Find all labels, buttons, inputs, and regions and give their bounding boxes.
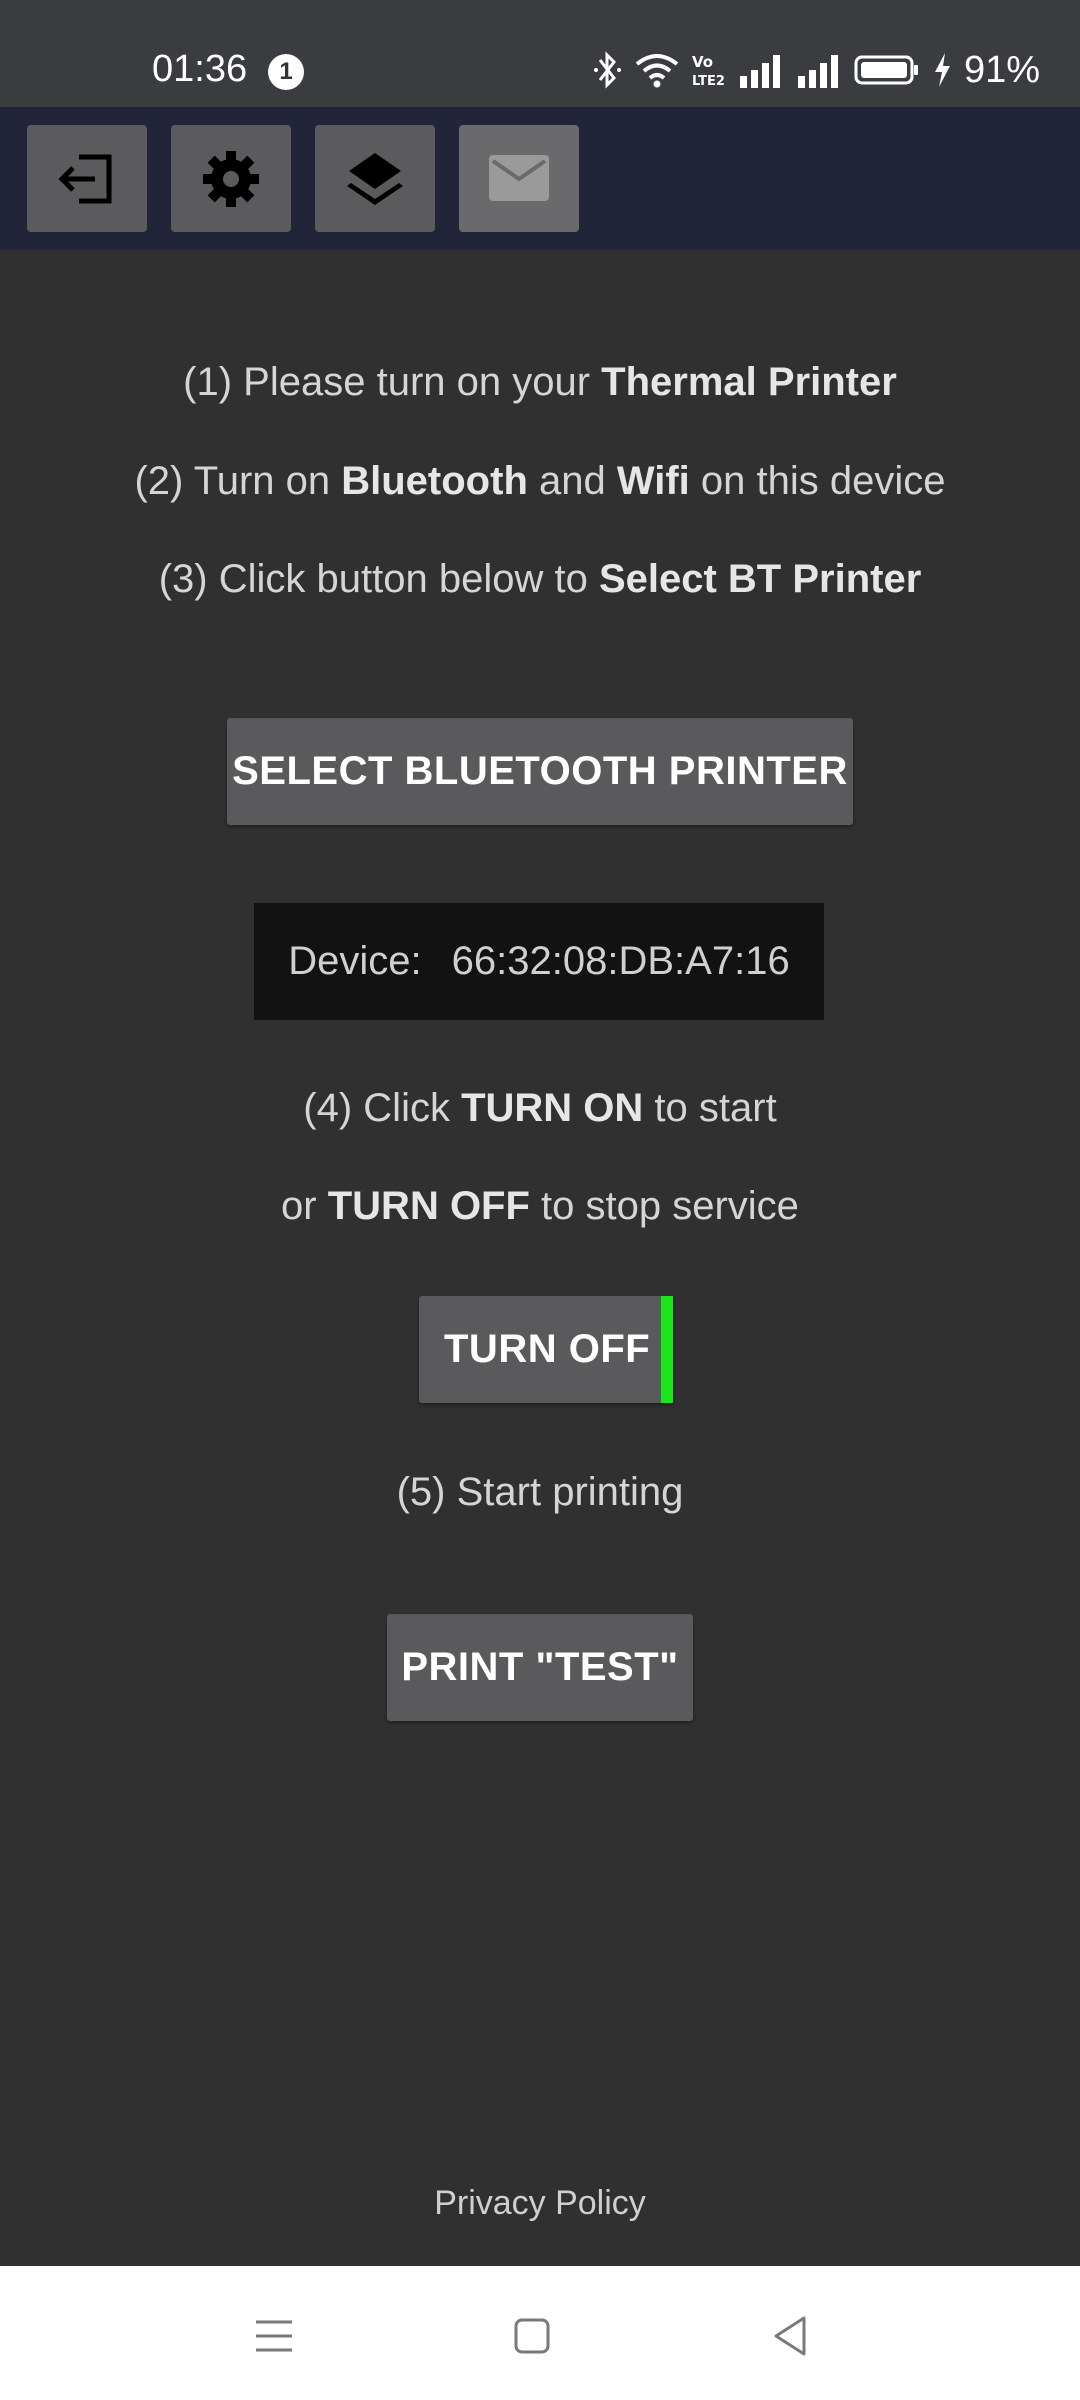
service-toggle-label: TURN OFF [444,1327,651,1371]
menu-icon[interactable] [244,2306,304,2366]
device-info: Device: 66:32:08:DB:A7:16 [254,903,824,1020]
instruction-step-4: (4) Click TURN ON to start [303,1086,777,1130]
device-label: Device: [288,939,422,983]
logout-icon [58,154,112,203]
layers-icon [347,152,403,205]
status-bar: 01:36 1 Vo LTE2 91% [0,0,1080,107]
print-test-button[interactable]: PRINT "TEST" [387,1614,693,1721]
instruction-step-1: (1) Please turn on your Thermal Printer [183,360,897,404]
home-icon[interactable] [502,2306,562,2366]
notification-badge: 1 [268,54,304,90]
settings-button[interactable] [171,125,291,232]
service-toggle-button[interactable]: TURN OFF [419,1296,673,1403]
mail-button[interactable] [459,125,579,232]
privacy-policy-link[interactable]: Privacy Policy [0,2184,1080,2223]
gear-icon [203,150,259,207]
device-address: 66:32:08:DB:A7:16 [451,939,790,983]
battery-percent: 91% [963,48,1040,91]
navigation-bar [0,2266,1080,2400]
bluetooth-icon [593,51,621,89]
battery-icon [854,55,918,85]
status-icons: Vo LTE2 91% [592,46,1040,94]
instruction-step-3: (3) Click button below to Select BT Prin… [158,557,922,601]
charging-icon [934,53,950,87]
logout-button[interactable] [27,125,147,232]
instruction-step-5: (5) Start printing [396,1470,684,1514]
layers-button[interactable] [315,125,435,232]
toolbar [0,107,1080,250]
select-bluetooth-printer-button[interactable]: SELECT BLUETOOTH PRINTER [227,718,853,825]
volte-icon: Vo LTE2 [692,53,725,89]
svg-text:LTE2: LTE2 [692,74,725,89]
instruction-step-4b: or TURN OFF to stop service [281,1184,799,1228]
wifi-icon [635,54,679,88]
mail-icon [489,154,549,201]
clock: 01:36 [152,48,248,90]
instruction-step-2: (2) Turn on Bluetooth and Wifi on this d… [134,459,946,503]
signal-icon [739,55,780,88]
back-icon[interactable] [760,2306,820,2366]
signal-icon [797,55,838,88]
svg-text:Vo: Vo [692,53,713,71]
service-status-indicator [661,1296,673,1403]
